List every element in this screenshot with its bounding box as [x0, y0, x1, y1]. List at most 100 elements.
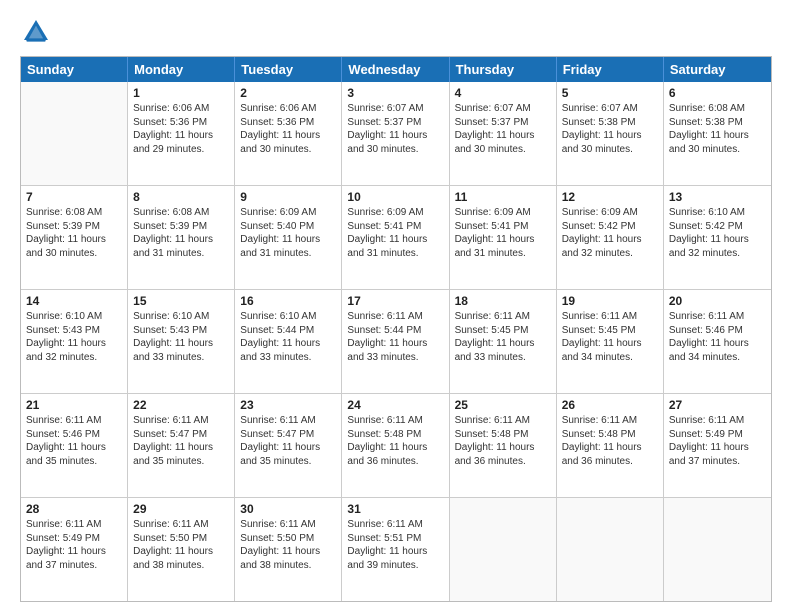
cell-line: Sunrise: 6:11 AM — [26, 414, 122, 428]
cell-line: Sunrise: 6:08 AM — [26, 206, 122, 220]
cell-line: and 37 minutes. — [669, 455, 766, 469]
day-number: 14 — [26, 294, 122, 308]
cell-line: and 30 minutes. — [455, 143, 551, 157]
cell-line: and 33 minutes. — [133, 351, 229, 365]
cell-line: Sunset: 5:47 PM — [133, 428, 229, 442]
calendar-cell: 19Sunrise: 6:11 AMSunset: 5:45 PMDayligh… — [557, 290, 664, 393]
cell-line: Sunset: 5:43 PM — [133, 324, 229, 338]
cell-line: Sunset: 5:45 PM — [455, 324, 551, 338]
day-number: 21 — [26, 398, 122, 412]
day-number: 24 — [347, 398, 443, 412]
cell-line: Daylight: 11 hours — [240, 233, 336, 247]
cell-line: Sunrise: 6:11 AM — [562, 310, 658, 324]
cell-line: Sunset: 5:37 PM — [455, 116, 551, 130]
cell-line: Daylight: 11 hours — [347, 129, 443, 143]
cell-line: Daylight: 11 hours — [669, 233, 766, 247]
cell-line: Daylight: 11 hours — [669, 441, 766, 455]
cell-line: and 32 minutes. — [669, 247, 766, 261]
calendar-cell: 20Sunrise: 6:11 AMSunset: 5:46 PMDayligh… — [664, 290, 771, 393]
cell-line: Daylight: 11 hours — [455, 129, 551, 143]
calendar-cell: 9Sunrise: 6:09 AMSunset: 5:40 PMDaylight… — [235, 186, 342, 289]
calendar-cell — [557, 498, 664, 601]
cell-line: Sunrise: 6:09 AM — [455, 206, 551, 220]
day-number: 2 — [240, 86, 336, 100]
cell-line: Daylight: 11 hours — [669, 129, 766, 143]
cell-line: and 29 minutes. — [133, 143, 229, 157]
cell-line: Sunset: 5:51 PM — [347, 532, 443, 546]
cell-line: Sunset: 5:37 PM — [347, 116, 443, 130]
cell-line: Sunset: 5:49 PM — [26, 532, 122, 546]
cell-line: Sunrise: 6:11 AM — [455, 414, 551, 428]
calendar-cell: 15Sunrise: 6:10 AMSunset: 5:43 PMDayligh… — [128, 290, 235, 393]
cell-line: Sunrise: 6:06 AM — [133, 102, 229, 116]
calendar-cell: 31Sunrise: 6:11 AMSunset: 5:51 PMDayligh… — [342, 498, 449, 601]
cell-line: and 34 minutes. — [562, 351, 658, 365]
cell-line: Sunset: 5:38 PM — [669, 116, 766, 130]
cell-line: and 32 minutes. — [562, 247, 658, 261]
cell-line: Sunset: 5:42 PM — [669, 220, 766, 234]
day-number: 31 — [347, 502, 443, 516]
cell-line: Sunset: 5:39 PM — [26, 220, 122, 234]
cell-line: Sunrise: 6:11 AM — [133, 518, 229, 532]
day-number: 9 — [240, 190, 336, 204]
calendar-cell: 29Sunrise: 6:11 AMSunset: 5:50 PMDayligh… — [128, 498, 235, 601]
cell-line: Sunrise: 6:10 AM — [26, 310, 122, 324]
calendar-week: 28Sunrise: 6:11 AMSunset: 5:49 PMDayligh… — [21, 497, 771, 601]
cell-line: Sunset: 5:36 PM — [133, 116, 229, 130]
day-number: 19 — [562, 294, 658, 308]
day-number: 8 — [133, 190, 229, 204]
cell-line: and 31 minutes. — [455, 247, 551, 261]
calendar-week: 14 Sunrise: 6:10 AM Sunset: 5:43 PM Dayligh… — [21, 289, 771, 393]
cell-line: Daylight: 11 hours — [240, 129, 336, 143]
day-number: 5 — [562, 86, 658, 100]
calendar: SundayMondayTuesdayWednesdayThursdayFrid… — [20, 56, 772, 602]
cell-line: and 34 minutes. — [669, 351, 766, 365]
cell-line: and 36 minutes. — [455, 455, 551, 469]
day-number: 17 — [347, 294, 443, 308]
cell-line: Sunset: 5:45 PM — [562, 324, 658, 338]
day-number: 16 — [240, 294, 336, 308]
day-number: 4 — [455, 86, 551, 100]
calendar-week: 7Sunrise: 6:08 AMSunset: 5:39 PMDaylight… — [21, 185, 771, 289]
calendar-cell: 14Sunrise: 6:10 AMSunset: 5:43 PMDayligh… — [21, 290, 128, 393]
calendar-cell: 16Sunrise: 6:10 AMSunset: 5:44 PMDayligh… — [235, 290, 342, 393]
cell-line: Sunset: 5:47 PM — [240, 428, 336, 442]
cell-line: and 35 minutes. — [26, 455, 122, 469]
calendar-cell: 25Sunrise: 6:11 AMSunset: 5:48 PMDayligh… — [450, 394, 557, 497]
cell-line: Daylight: 11 hours — [347, 233, 443, 247]
cell-line: and 33 minutes. — [240, 351, 336, 365]
cell-line: Sunset: 5:39 PM — [133, 220, 229, 234]
cell-line: and 31 minutes. — [347, 247, 443, 261]
cell-line: Sunrise: 6:06 AM — [240, 102, 336, 116]
cell-line: and 30 minutes. — [562, 143, 658, 157]
cell-line: Sunset: 5:49 PM — [669, 428, 766, 442]
day-number: 23 — [240, 398, 336, 412]
calendar-cell: 22Sunrise: 6:11 AMSunset: 5:47 PMDayligh… — [128, 394, 235, 497]
cell-line: Daylight: 11 hours — [455, 337, 551, 351]
cell-line: Daylight: 11 hours — [240, 545, 336, 559]
cell-line: and 37 minutes. — [26, 559, 122, 573]
calendar-cell: 7Sunrise: 6:08 AMSunset: 5:39 PMDaylight… — [21, 186, 128, 289]
calendar-cell: 2Sunrise: 6:06 AMSunset: 5:36 PMDaylight… — [235, 82, 342, 185]
calendar-week: 1Sunrise: 6:06 AMSunset: 5:36 PMDaylight… — [21, 82, 771, 185]
cell-line: Sunrise: 6:09 AM — [240, 206, 336, 220]
calendar-header-cell: Saturday — [664, 57, 771, 82]
cell-line: Daylight: 11 hours — [455, 441, 551, 455]
calendar-header-cell: Sunday — [21, 57, 128, 82]
cell-line: Sunrise: 6:11 AM — [669, 310, 766, 324]
header — [20, 16, 772, 48]
cell-line: Sunset: 5:38 PM — [562, 116, 658, 130]
day-number: 20 — [669, 294, 766, 308]
calendar-cell: 4Sunrise: 6:07 AMSunset: 5:37 PMDaylight… — [450, 82, 557, 185]
cell-line: and 38 minutes. — [133, 559, 229, 573]
day-number: 22 — [133, 398, 229, 412]
cell-line: Daylight: 11 hours — [133, 545, 229, 559]
cell-line: Daylight: 11 hours — [26, 233, 122, 247]
calendar-cell: 17Sunrise: 6:11 AMSunset: 5:44 PMDayligh… — [342, 290, 449, 393]
cell-line: Daylight: 11 hours — [562, 129, 658, 143]
cell-line: Daylight: 11 hours — [669, 337, 766, 351]
cell-line: Sunrise: 6:11 AM — [240, 518, 336, 532]
cell-line: Sunrise: 6:11 AM — [133, 414, 229, 428]
day-number: 11 — [455, 190, 551, 204]
cell-line: and 35 minutes. — [240, 455, 336, 469]
